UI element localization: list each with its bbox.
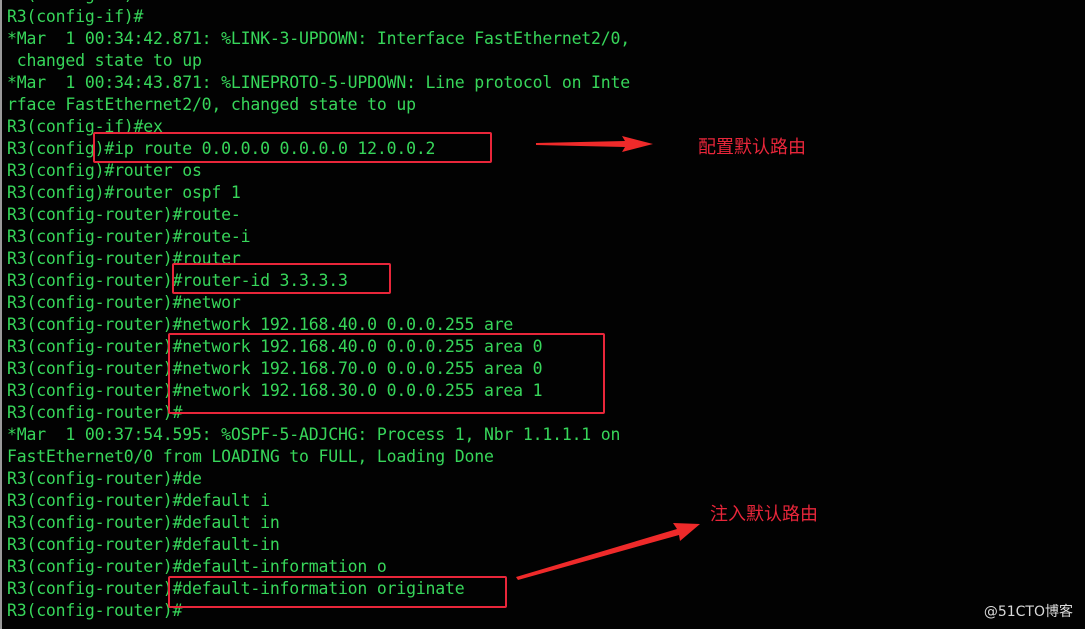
arrow-icon: [536, 136, 653, 152]
annotation-arrows: [516, 136, 700, 580]
watermark: @51CTO博客: [983, 604, 1073, 620]
annotation-inject-default: 注入默认路由: [710, 504, 818, 525]
arrow-icon: [516, 523, 700, 580]
annotation-default-route: 配置默认路由: [698, 137, 806, 158]
